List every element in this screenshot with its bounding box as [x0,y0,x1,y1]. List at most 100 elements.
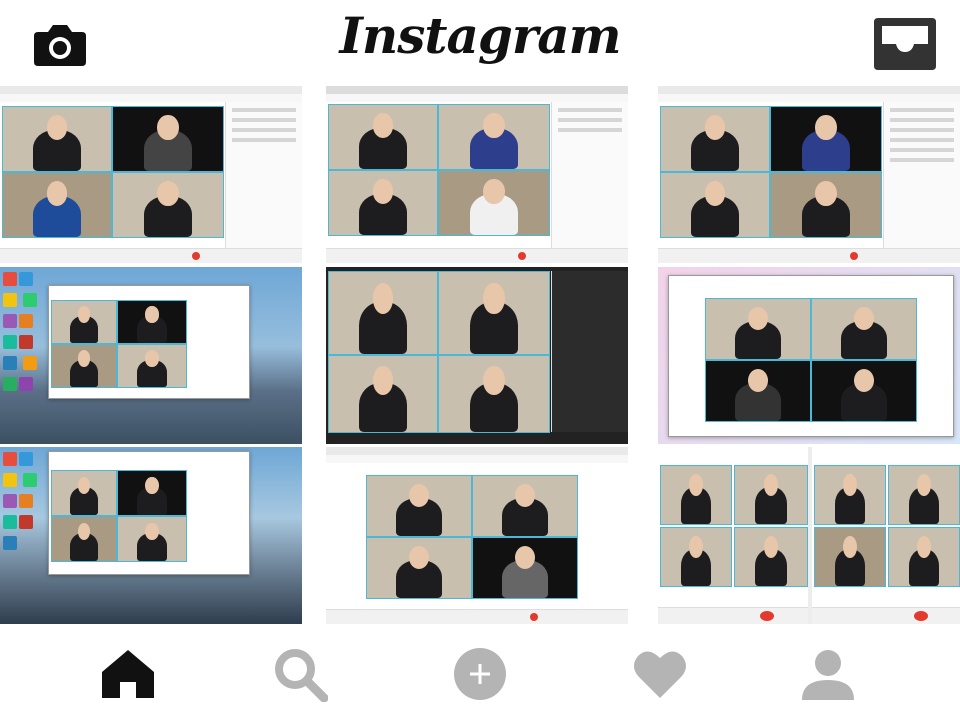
participant-figure [680,473,712,524]
video-participant [814,465,886,525]
video-participant [888,527,960,587]
meeting-controls [0,248,302,263]
video-participant [2,106,112,172]
heart-icon[interactable] [632,646,688,702]
participant-figure [834,535,866,586]
phone-screen [658,447,808,624]
video-participant [51,344,117,388]
grid-tile[interactable] [658,447,960,624]
grid-tile[interactable] [326,267,628,444]
video-participant [770,172,882,238]
participant-figure [137,350,167,387]
participant-figure [69,306,99,343]
participant-figure [143,115,193,171]
participant-figure [69,522,99,561]
participants-panel [551,102,628,249]
desktop-icons [2,271,46,440]
desktop-icons [2,451,46,620]
video-participant [472,475,578,537]
leave-button [530,613,538,621]
video-participant [734,465,808,525]
participant-figure [691,181,739,237]
video-participant [366,475,472,537]
video-participant [438,355,550,433]
search-icon[interactable] [272,646,328,702]
meeting-controls [326,248,628,263]
window-menubar [326,94,628,102]
video-participant [117,516,187,562]
grid-tile[interactable] [0,447,302,624]
video-participant [328,271,438,355]
participant-figure [396,545,442,598]
video-participant [770,106,882,172]
profile-icon[interactable] [800,646,856,702]
video-participant [112,106,224,172]
participant-figure [755,473,787,524]
video-participant [888,465,960,525]
participant-figure [69,476,99,515]
video-participant [660,172,770,238]
participant-figure [735,306,781,359]
video-participant [117,344,187,388]
participant-figure [359,282,407,354]
meeting-window [48,451,250,575]
participant-figure [137,522,167,561]
grid-tile[interactable] [658,86,960,263]
window-menubar [0,94,302,102]
participant-figure [359,366,407,432]
participants-panel [225,102,302,249]
instagram-logo: Instagram [339,6,622,65]
leave-button [914,611,928,621]
participant-figure [469,366,519,432]
bottom-nav [0,628,960,720]
video-participant [51,516,117,562]
leave-button [760,611,774,621]
video-participant [705,298,811,360]
participant-figure [469,282,519,354]
grid-tile[interactable] [326,447,628,624]
video-participant [438,271,550,355]
participants-panel [551,271,628,432]
participant-figure [755,535,787,586]
video-participant [705,360,811,422]
window-menubar [326,455,628,463]
video-participant [438,104,550,170]
participant-figure [841,368,887,421]
photo-grid [0,86,960,624]
grid-tile[interactable] [658,267,960,444]
add-icon[interactable] [452,646,508,702]
participant-figure [834,473,866,524]
leave-button [518,252,526,260]
video-participant [117,470,187,516]
video-participant [660,527,732,587]
meeting-window [0,86,302,263]
meeting-controls [326,609,628,624]
participant-figure [359,179,407,235]
participant-figure [680,535,712,586]
leave-button [850,252,858,260]
meeting-controls [658,248,960,263]
grid-tile[interactable] [0,86,302,263]
participant-figure [137,306,167,343]
meeting-controls [812,607,960,624]
video-participant [472,537,578,599]
home-icon[interactable] [100,646,156,702]
top-bar: Instagram [0,0,960,86]
participant-figure [502,483,548,536]
video-participant [366,537,472,599]
participant-figure [396,483,442,536]
participant-figure [691,115,739,171]
video-participant [811,360,917,422]
video-participant [814,527,886,587]
meeting-controls [658,607,808,624]
video-participant [734,527,808,587]
grid-tile[interactable] [326,86,628,263]
meeting-window [326,86,628,263]
grid-tile[interactable] [0,267,302,444]
leave-button [192,252,200,260]
participant-figure [469,113,519,169]
video-participant [328,170,438,236]
participant-figure [137,476,167,515]
inbox-icon[interactable] [874,18,936,70]
chat-panel [883,102,960,249]
